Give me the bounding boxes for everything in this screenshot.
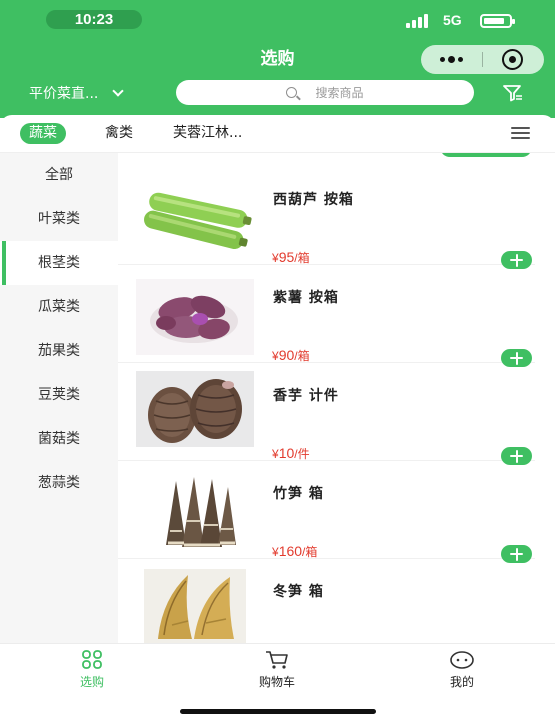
- product-price: ¥10/件: [272, 445, 310, 461]
- zucchini-image: [136, 181, 254, 257]
- category-tabs: 蔬菜 禽类 芙蓉江林...: [0, 115, 555, 153]
- sidebar-item-gourd[interactable]: 瓜菜类: [0, 285, 118, 329]
- tabbar-item-cart[interactable]: 购物车: [237, 650, 317, 690]
- product-price: ¥90/箱: [272, 347, 310, 363]
- capsule-divider: [482, 52, 483, 67]
- tabbar-item-profile[interactable]: 我的: [422, 650, 502, 690]
- tabbar-label: 购物车: [258, 675, 295, 689]
- sidebar-item-all[interactable]: 全部: [0, 153, 118, 197]
- sidebar-item-mushroom[interactable]: 菌菇类: [0, 417, 118, 461]
- taro-image: [136, 371, 254, 447]
- cart-icon: [266, 651, 288, 669]
- sidebar-item-root[interactable]: 根茎类: [0, 241, 118, 285]
- profile-icon: [450, 651, 474, 669]
- product-item[interactable]: 西葫芦 按箱 ¥95/箱: [118, 167, 535, 269]
- search-placeholder: 搜索商品: [315, 86, 364, 100]
- dot-icon: [458, 57, 463, 62]
- miniprogram-capsule: [421, 45, 544, 74]
- network-label: 5G: [443, 12, 462, 28]
- product-price: ¥95/箱: [272, 249, 310, 265]
- product-price: ¥160/箱: [272, 543, 318, 559]
- sidebar-item-allium[interactable]: 葱蒜类: [0, 461, 118, 505]
- product-name: 冬笋 箱: [273, 584, 324, 600]
- product-name: 竹笋 箱: [273, 486, 324, 502]
- product-list: 西葫芦 按箱 ¥95/箱 紫薯 按箱 ¥90/箱 香芋 计件 ¥10/件 竹笋 …: [118, 153, 555, 643]
- tabbar-item-shop[interactable]: 选购: [52, 650, 132, 690]
- product-item[interactable]: 竹笋 箱 ¥160/箱: [118, 461, 535, 563]
- market-selector-label: 平价菜直...: [29, 86, 99, 102]
- battery-icon: [480, 14, 515, 28]
- product-item[interactable]: 紫薯 按箱 ¥90/箱: [118, 265, 535, 367]
- sidebar-item-leafy[interactable]: 叶菜类: [0, 197, 118, 241]
- status-bar: 10:23 5G: [0, 0, 555, 40]
- search-icon: [286, 87, 298, 98]
- more-button[interactable]: [421, 45, 482, 74]
- product-name: 西葫芦 按箱: [273, 192, 354, 208]
- filter-icon[interactable]: [503, 84, 523, 102]
- header: 10:23 5G 选购 平价菜直... 搜索商品: [0, 0, 555, 118]
- tabbar-label: 我的: [449, 675, 474, 689]
- category-sidebar: 全部 叶菜类 根茎类 瓜菜类 茄果类 豆荚类 菌菇类 葱蒜类: [0, 153, 118, 643]
- scrolled-button[interactable]: [440, 153, 532, 157]
- dot-icon: [448, 56, 455, 63]
- purple-sweet-potato-image: [136, 279, 254, 355]
- home-indicator: [180, 709, 376, 714]
- status-time: 10:23: [46, 10, 142, 29]
- sidebar-item-nightshade[interactable]: 茄果类: [0, 329, 118, 373]
- grid-icon: [82, 650, 102, 669]
- product-item[interactable]: 香芋 计件 ¥10/件: [118, 363, 535, 465]
- product-item[interactable]: 冬笋 箱 ¥160/箱: [118, 559, 535, 643]
- product-name: 香芋 计件: [273, 388, 339, 404]
- tab-poultry[interactable]: 禽类: [105, 123, 133, 144]
- signal-icon: [406, 14, 436, 28]
- market-selector[interactable]: 平价菜直...: [29, 82, 125, 104]
- tab-furongjiang[interactable]: 芙蓉江林...: [173, 123, 242, 144]
- close-miniprogram-button[interactable]: [502, 49, 523, 70]
- category-menu-icon[interactable]: [511, 127, 530, 140]
- chevron-down-icon: [112, 84, 125, 97]
- tab-vegetables[interactable]: 蔬菜: [20, 123, 66, 144]
- sidebar-item-legume[interactable]: 豆荚类: [0, 373, 118, 417]
- product-name: 紫薯 按箱: [273, 290, 339, 306]
- dot-icon: [440, 57, 445, 62]
- search-input[interactable]: 搜索商品: [176, 80, 474, 105]
- winter-bamboo-shoot-image: [144, 569, 246, 643]
- app-page: 10:23 5G 选购 平价菜直... 搜索商品 蔬菜 禽类 芙蓉江林... 全…: [0, 0, 555, 720]
- bamboo-shoot-image: [136, 471, 254, 553]
- tabbar-label: 选购: [79, 675, 104, 689]
